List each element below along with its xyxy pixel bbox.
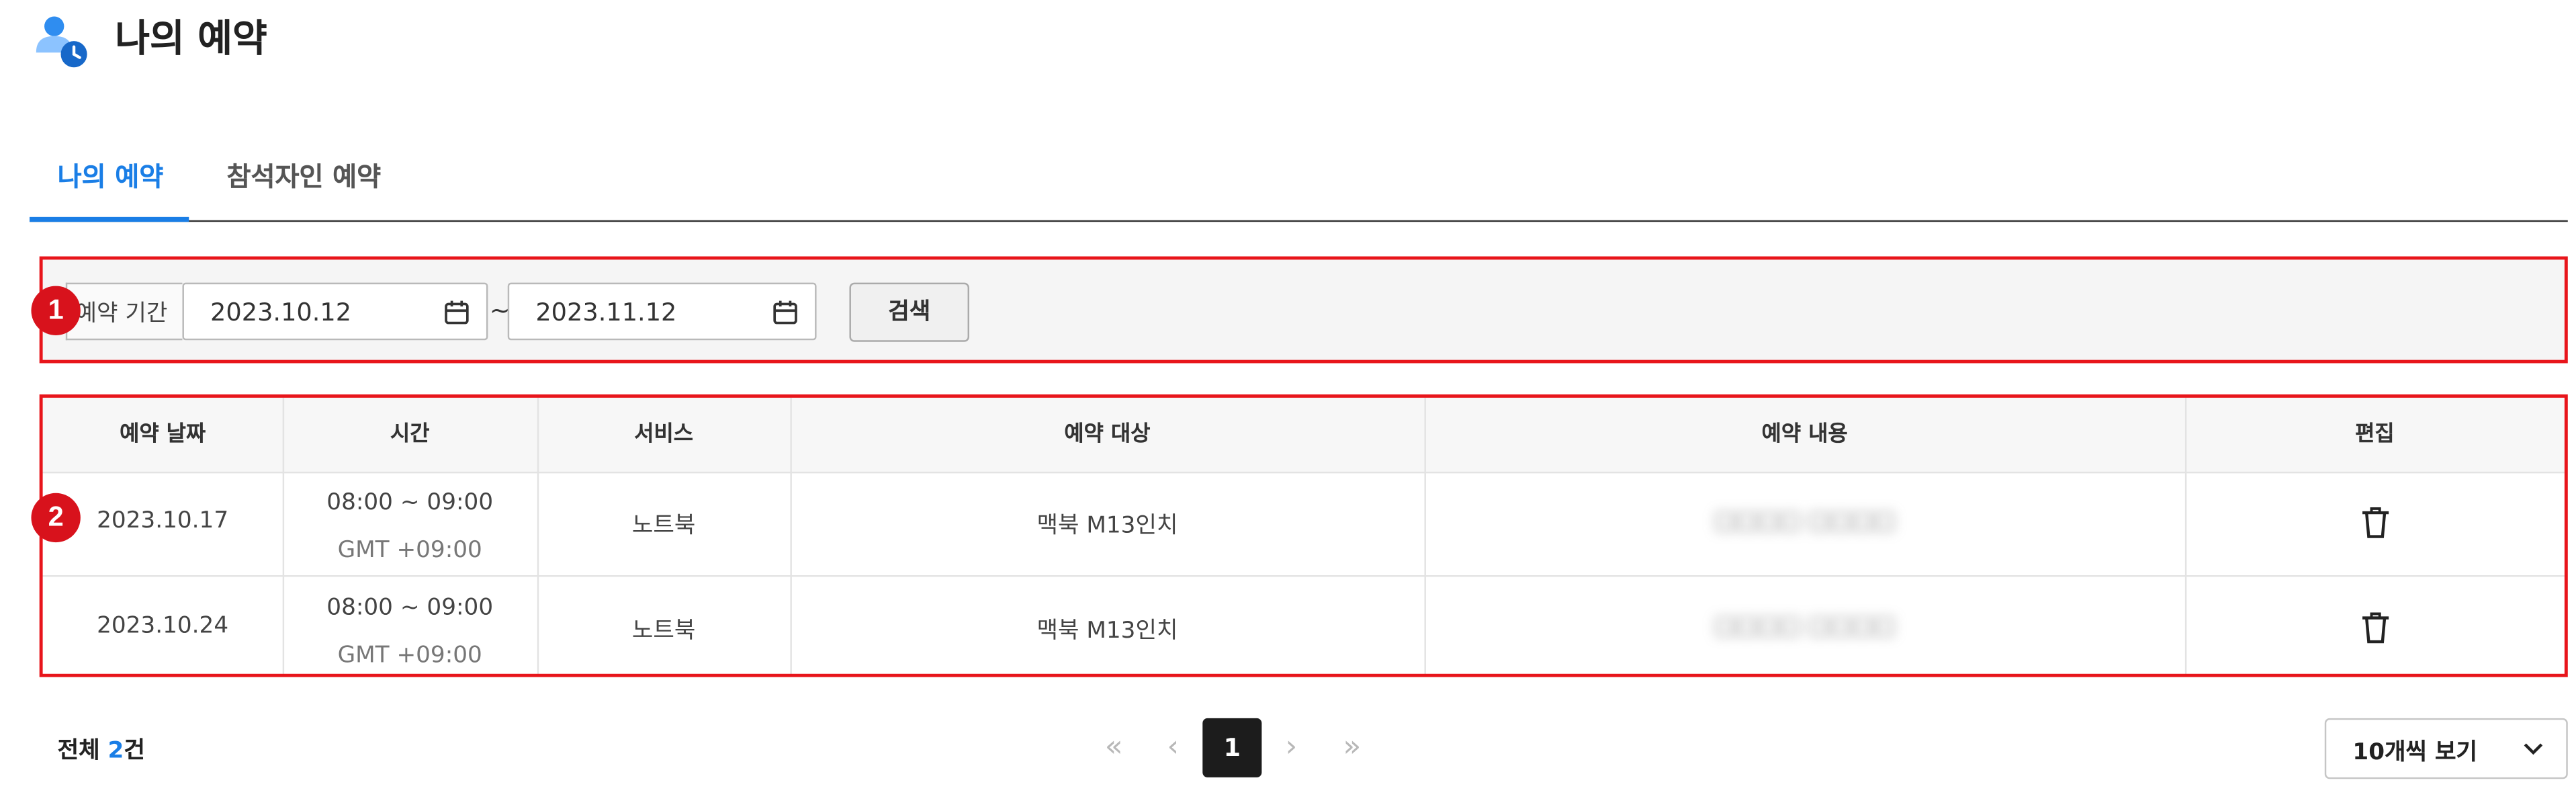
tabs-divider bbox=[30, 220, 2568, 222]
chevron-down-icon bbox=[2520, 734, 2546, 761]
annotation-marker-2: 2 bbox=[31, 493, 80, 542]
total-suffix: 건 bbox=[124, 738, 145, 764]
total-number: 2 bbox=[108, 738, 124, 764]
total-count: 전체 2건 bbox=[58, 733, 145, 766]
prev-page-button[interactable]: ‹ bbox=[1153, 728, 1193, 767]
page-size-label: 10개씩 보기 bbox=[2352, 734, 2477, 767]
last-page-button[interactable]: » bbox=[1333, 728, 1372, 767]
annotation-box-filter bbox=[40, 257, 2568, 364]
tab-my-reservations[interactable]: 나의 예약 bbox=[58, 158, 164, 198]
annotation-marker-1: 1 bbox=[31, 286, 80, 335]
total-prefix: 전체 bbox=[58, 738, 100, 764]
page-size-select[interactable]: 10개씩 보기 bbox=[2325, 718, 2568, 779]
next-page-button[interactable]: › bbox=[1272, 728, 1311, 767]
first-page-button[interactable]: « bbox=[1094, 728, 1134, 767]
active-tab-indicator bbox=[30, 217, 189, 222]
annotation-box-table bbox=[40, 394, 2568, 677]
current-page-button[interactable]: 1 bbox=[1202, 718, 1261, 777]
page-title: 나의 예약 bbox=[115, 13, 267, 66]
user-clock-icon bbox=[33, 13, 89, 69]
tab-attendee-reservations[interactable]: 참석자인 예약 bbox=[227, 158, 382, 198]
